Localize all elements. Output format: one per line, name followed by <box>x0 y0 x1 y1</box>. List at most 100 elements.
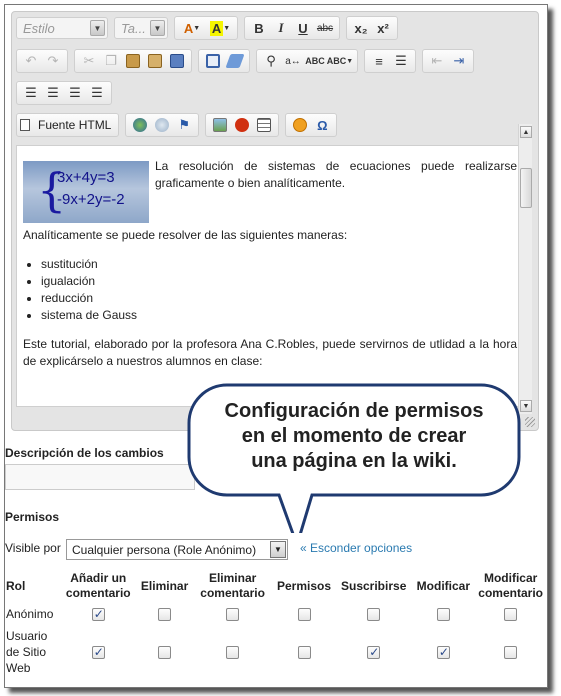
align-justify-icon[interactable]: ☰ <box>86 83 108 103</box>
flash-icon[interactable] <box>231 115 253 135</box>
replace-icon[interactable]: a↔ <box>282 51 304 71</box>
remove-format-icon[interactable] <box>224 51 246 71</box>
bulleted-list-icon[interactable]: ☰ <box>390 51 412 71</box>
col-subscribe: Suscribirse <box>341 578 407 593</box>
list-item: sistema de Gauss <box>41 307 517 324</box>
description-label: Descripción de los cambios <box>5 446 164 460</box>
resize-grip-icon[interactable] <box>525 417 535 427</box>
history-group: ↶ ↷ <box>16 49 68 73</box>
col-rol: Rol <box>6 578 26 593</box>
paste-icon[interactable] <box>122 51 144 71</box>
redo-icon[interactable]: ↷ <box>42 51 64 71</box>
scroll-down-icon[interactable]: ▼ <box>520 400 532 412</box>
image-icon[interactable] <box>209 115 231 135</box>
col-modify: Modificar <box>416 578 470 593</box>
toolbar-row-3: ☰ ☰ ☰ ☰ <box>16 80 118 106</box>
italic-button[interactable]: I <box>270 18 292 38</box>
equation-image: { 3x+4y=3 -9x+2y=-2 <box>23 161 149 223</box>
paste-word-icon[interactable] <box>166 51 188 71</box>
smiley-icon[interactable] <box>289 115 311 135</box>
equation-1: 3x+4y=3 <box>57 169 115 186</box>
link-group: ⚑ <box>125 113 200 137</box>
align-right-icon[interactable]: ☰ <box>64 83 86 103</box>
equation-2: -9x+2y=-2 <box>57 191 125 208</box>
editor-content-area[interactable]: { 3x+4y=3 -9x+2y=-2 La resolución de sis… <box>16 145 524 407</box>
wiki-edit-window: Estilo ▼ Ta... ▼ A ▼ A ▼ B I U abc x₂ x²… <box>4 4 548 688</box>
indent-icon[interactable]: ⇥ <box>448 51 470 71</box>
visible-by-label: Visible por <box>5 541 61 555</box>
callout-bubble: Configuración de permisos en el momento … <box>187 383 521 533</box>
script-group: x₂ x² <box>346 16 398 40</box>
table-icon[interactable] <box>253 115 275 135</box>
numbered-list-icon[interactable]: ≡ <box>368 51 390 71</box>
find-icon[interactable]: ⚲ <box>260 51 282 71</box>
tutorial-paragraph: Este tutorial, elaborado por la profesor… <box>23 337 517 368</box>
list-item: reducción <box>41 290 517 307</box>
select-group <box>198 49 250 73</box>
special-char-omega-icon[interactable]: Ω <box>311 115 333 135</box>
methods-list: sustitución igualación reducción sistema… <box>41 256 517 324</box>
permission-checkbox[interactable] <box>158 646 172 660</box>
toolbar-row-1: Estilo ▼ Ta... ▼ A ▼ A ▼ B I U abc x₂ x² <box>16 15 404 41</box>
anchor-flag-icon[interactable]: ⚑ <box>173 115 195 135</box>
clipboard-group: ✂ ❐ <box>74 49 192 73</box>
permissions-label: Permisos <box>5 510 60 524</box>
table-row: Anónimo <box>5 603 547 625</box>
permission-checkbox[interactable] <box>226 608 240 622</box>
permission-checkbox[interactable] <box>504 646 518 660</box>
table-header-row: Rol Añadir un comentario Eliminar Elimin… <box>5 569 547 603</box>
editor-scrollbar[interactable]: ▲ ▼ <box>518 124 532 414</box>
col-modify-comment: Modificar comentario <box>478 571 543 600</box>
chevron-down-icon[interactable]: ▼ <box>270 541 286 558</box>
permission-checkbox[interactable] <box>436 608 450 622</box>
spellcheck-as-you-type-icon[interactable]: ABC ▼ <box>326 51 354 71</box>
permission-checkbox[interactable] <box>297 646 311 660</box>
background-color-button[interactable]: A ▼ <box>206 18 234 38</box>
permission-checkbox[interactable] <box>91 644 105 660</box>
permission-checkbox[interactable] <box>226 646 240 660</box>
chevron-down-icon[interactable]: ▼ <box>150 20 165 36</box>
scroll-thumb[interactable] <box>520 168 532 208</box>
bold-button[interactable]: B <box>248 18 270 38</box>
callout-text: Configuración de permisos en el momento … <box>224 400 484 472</box>
color-group: A ▼ A ▼ <box>174 16 238 40</box>
visibility-select[interactable]: Cualquier persona (Role Anónimo) ▼ <box>66 539 288 560</box>
chevron-down-icon[interactable]: ▼ <box>90 20 105 36</box>
size-combo[interactable]: Ta... ▼ <box>114 17 168 39</box>
cut-icon[interactable]: ✂ <box>78 51 100 71</box>
permission-checkbox[interactable] <box>367 608 381 622</box>
list-group: ≡ ☰ <box>364 49 416 73</box>
paste-text-icon[interactable] <box>144 51 166 71</box>
link-icon[interactable] <box>129 115 151 135</box>
underline-button[interactable]: U <box>292 18 314 38</box>
style-combo[interactable]: Estilo ▼ <box>16 17 108 39</box>
permission-checkbox[interactable] <box>158 608 172 622</box>
select-all-icon[interactable] <box>202 51 224 71</box>
permission-checkbox[interactable] <box>297 608 311 622</box>
undo-icon[interactable]: ↶ <box>20 51 42 71</box>
rich-text-editor: Estilo ▼ Ta... ▼ A ▼ A ▼ B I U abc x₂ x²… <box>11 11 539 431</box>
scroll-up-icon[interactable]: ▲ <box>520 126 532 138</box>
permission-checkbox[interactable] <box>504 608 518 622</box>
outdent-icon[interactable]: ⇤ <box>426 51 448 71</box>
copy-icon[interactable]: ❐ <box>100 51 122 71</box>
unlink-icon[interactable] <box>151 115 173 135</box>
permission-checkbox[interactable] <box>91 606 105 622</box>
subscript-button[interactable]: x₂ <box>350 18 372 38</box>
role-name: Usuario de Sitio Web <box>6 629 48 675</box>
text-color-button[interactable]: A ▼ <box>178 18 206 38</box>
permission-checkbox[interactable] <box>367 644 381 660</box>
align-center-icon[interactable]: ☰ <box>42 83 64 103</box>
superscript-button[interactable]: x² <box>372 18 394 38</box>
permission-checkbox[interactable] <box>436 644 450 660</box>
col-add-comment: Añadir un comentario <box>65 571 131 600</box>
spellcheck-icon[interactable]: ABC <box>304 51 326 71</box>
table-row: Usuario de Sitio Web <box>5 625 547 679</box>
role-name: Anónimo <box>6 607 54 621</box>
source-html-button[interactable]: Fuente HTML <box>20 115 115 135</box>
align-left-icon[interactable]: ☰ <box>20 83 42 103</box>
special-group: Ω <box>285 113 338 137</box>
strikethrough-button[interactable]: abc <box>314 18 336 38</box>
description-input[interactable] <box>5 464 195 490</box>
hide-options-link[interactable]: « Esconder opciones <box>300 541 412 555</box>
